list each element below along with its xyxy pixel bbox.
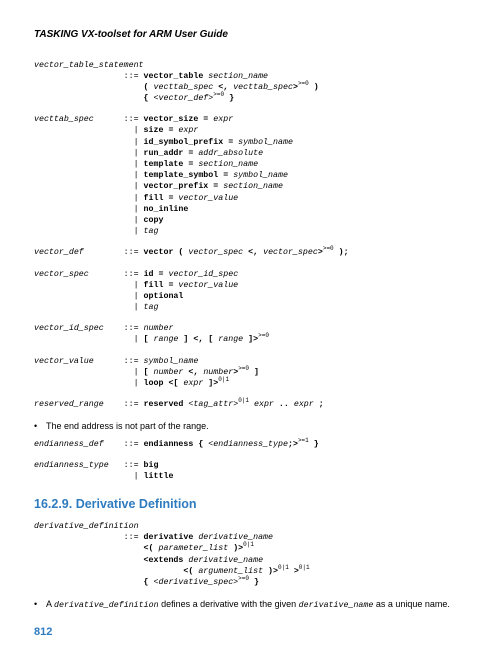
section-heading: 16.2.9. Derivative Definition	[34, 496, 466, 513]
note-end-address: • The end address is not part of the ran…	[34, 420, 466, 432]
grammar-reserved-range: reserved_range ::= reserved <tag_attr>0|…	[34, 399, 466, 410]
grammar-endianness-def: endianness_def ::= endianness { <endiann…	[34, 439, 466, 450]
page-number: 812	[34, 625, 466, 640]
grammar-vecttab-spec: vecttab_spec ::= vector_size = expr | si…	[34, 114, 466, 237]
grammar-endianness-type: endianness_type ::= big | little	[34, 460, 466, 482]
grammar-vector-spec: vector_spec ::= id = vector_id_spec | fi…	[34, 269, 466, 314]
grammar-vector-def: vector_def ::= vector ( vector_spec <, v…	[34, 247, 466, 258]
page-header-title: TASKING VX-toolset for ARM User Guide	[34, 28, 466, 42]
bullet-icon: •	[34, 598, 42, 611]
grammar-derivative-definition: derivative_definition ::= derivative der…	[34, 521, 466, 588]
grammar-vector-id-spec: vector_id_spec ::= number | [ range ] <,…	[34, 323, 466, 345]
grammar-vector-value: vector_value ::= symbol_name | [ number …	[34, 356, 466, 390]
bullet-icon: •	[34, 420, 42, 432]
note-end-address-text: The end address is not part of the range…	[46, 420, 209, 432]
grammar-vector-table-statement: vector_table_statement ::= vector_table …	[34, 60, 466, 105]
note-derivative-text: A derivative_definition defines a deriva…	[46, 598, 450, 611]
note-derivative: • A derivative_definition defines a deri…	[34, 598, 466, 611]
